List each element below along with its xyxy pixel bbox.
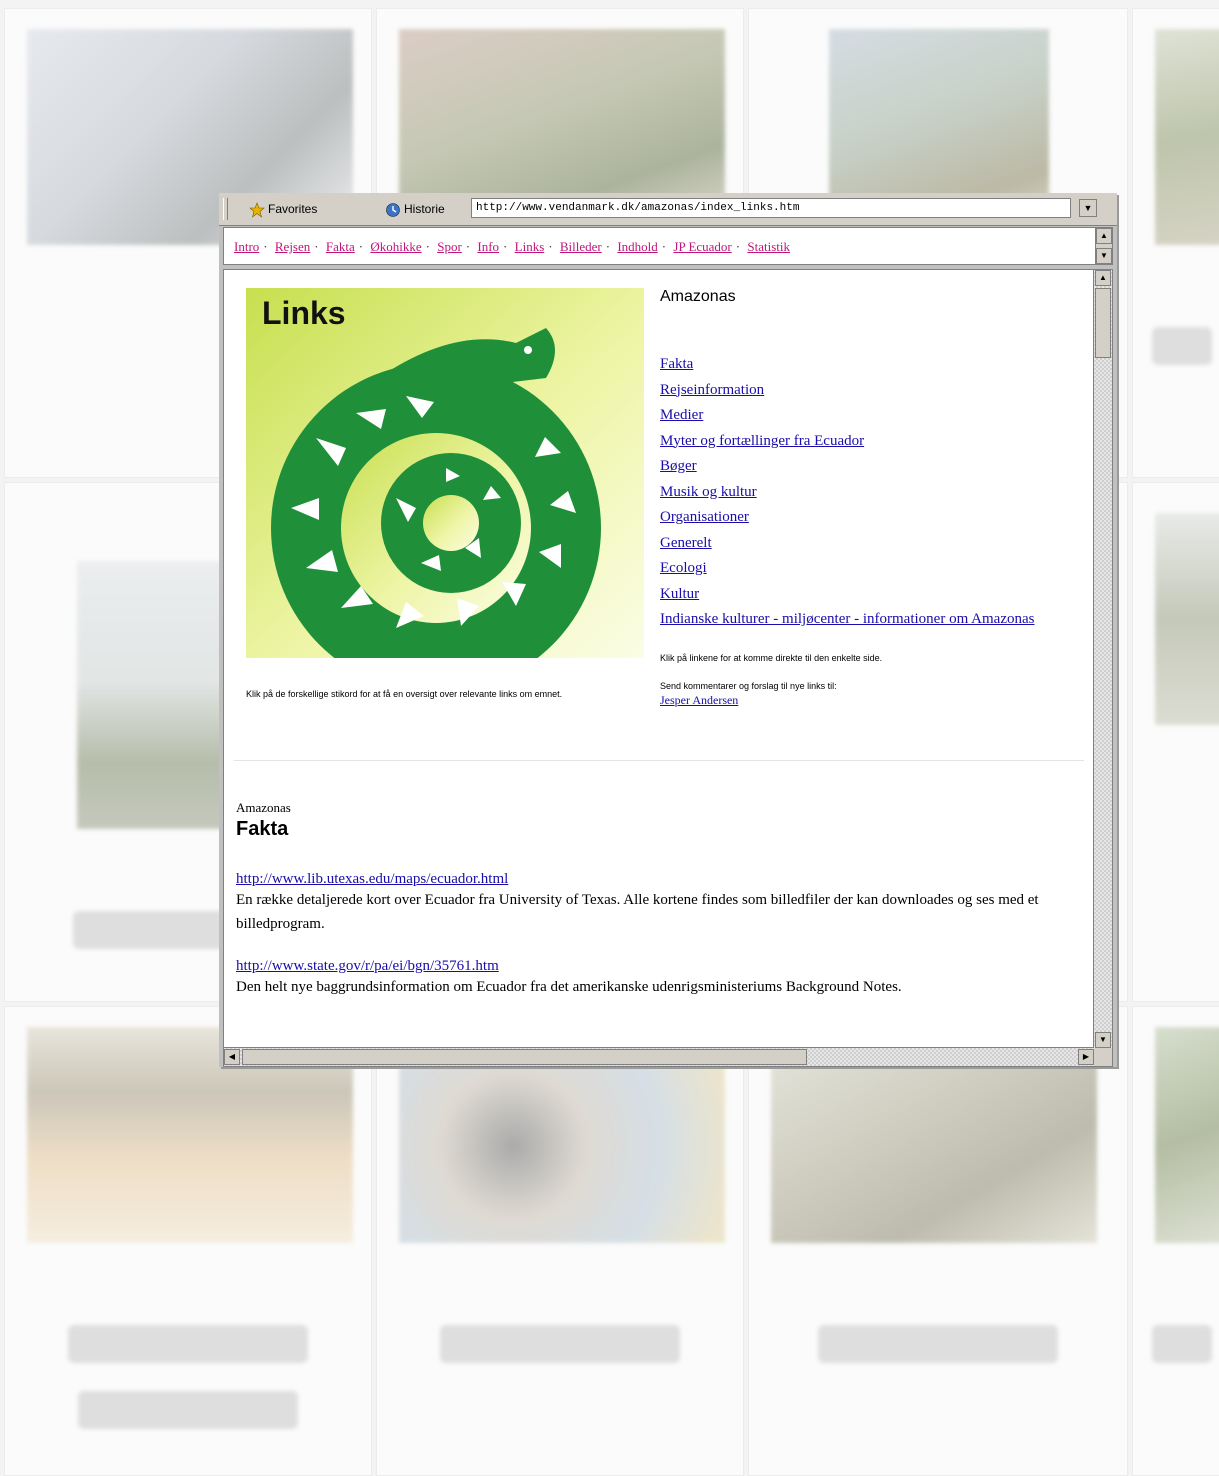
topic-link-rejseinformation[interactable]: Rejseinformation (660, 378, 1080, 404)
side-title: Amazonas (660, 288, 736, 305)
nav-link-links[interactable]: Links (515, 239, 545, 254)
side-note: Klik på linkene for at komme direkte til… (660, 652, 883, 663)
scrollbar-corner (1094, 1048, 1112, 1066)
gallery-cell[interactable] (748, 1006, 1128, 1476)
article-kicker: Amazonas (236, 800, 291, 815)
nav-separator: · (465, 239, 471, 254)
entry-description: Den helt nye baggrundsinformation om Ecu… (236, 979, 902, 995)
scroll-up-button[interactable]: ▲ (1095, 270, 1111, 286)
scroll-left-button[interactable]: ◀ (224, 1049, 240, 1065)
nav-link-indhold[interactable]: Indhold (617, 239, 657, 254)
topic-link-myter[interactable]: Myter og fortællinger fra Ecuador (660, 429, 1080, 455)
content-frame: Links Klik på de forskellige stikord for… (223, 269, 1113, 1067)
nav-separator: · (314, 239, 319, 254)
history-label: Historie (404, 202, 445, 216)
favorites-label: Favorites (268, 202, 318, 216)
nav-separator: · (605, 239, 611, 254)
nav-separator: · (358, 239, 364, 254)
nav-separator: · (425, 239, 430, 254)
topic-link-medier[interactable]: Medier (660, 403, 1080, 429)
gallery-cell[interactable] (376, 1006, 744, 1476)
nav-link-rejsen[interactable]: Rejsen (275, 239, 310, 254)
article-body: Amazonas Fakta http://www.lib.utexas.edu… (236, 800, 1086, 999)
nav-separator: · (503, 239, 508, 254)
vertical-scroll-thumb[interactable] (1095, 288, 1111, 358)
horizontal-scroll-thumb[interactable] (242, 1049, 807, 1065)
topic-link-fakta[interactable]: Fakta (660, 352, 1080, 378)
thumbnail-tag (68, 1325, 308, 1363)
nav-link-fakta[interactable]: Fakta (326, 239, 355, 254)
scroll-right-button[interactable]: ▶ (1078, 1049, 1094, 1065)
nav-link-jp-ecuador[interactable]: JP Ecuador (673, 239, 731, 254)
side-note-contact: Send kommentarer og forslag til nye link… (660, 680, 837, 691)
thumbnail-tag (1152, 327, 1212, 365)
entry-url-link[interactable]: http://www.lib.utexas.edu/maps/ecuador.h… (236, 871, 1086, 888)
vertical-scrollbar[interactable]: ▲ ▼ (1093, 270, 1112, 1048)
address-dropdown-button[interactable]: ▼ (1079, 199, 1097, 217)
divider (234, 760, 1084, 761)
banner-caption: Klik på de forskellige stikord for at få… (246, 689, 563, 699)
scroll-up-button[interactable]: ▲ (1096, 228, 1112, 244)
entry-url-link[interactable]: http://www.state.gov/r/pa/ei/bgn/35761.h… (236, 958, 1086, 975)
thumbnail-tag (1152, 1325, 1212, 1363)
nav-link-spor[interactable]: Spor (437, 239, 462, 254)
topic-link-list: Fakta Rejseinformation Medier Myter og f… (660, 352, 1080, 633)
links-snake-banner: Links (246, 288, 644, 658)
favorites-icon (249, 202, 265, 218)
entry-description: En række detaljerede kort over Ecuador f… (236, 892, 1039, 932)
nav-link-statistik[interactable]: Statistik (747, 239, 790, 254)
topic-link-generelt[interactable]: Generelt (660, 531, 1080, 557)
nav-separator: · (548, 239, 553, 254)
nav-link-billeder[interactable]: Billeder (560, 239, 602, 254)
history-icon (386, 203, 400, 217)
nav-separator: · (735, 239, 741, 254)
topic-link-ecologi[interactable]: Ecologi (660, 556, 1080, 582)
browser-window: Favorites Historie ▼ Intro · Rejsen · Fakt… (219, 193, 1117, 1067)
topic-link-kultur[interactable]: Kultur (660, 582, 1080, 608)
thumbnail-tag (818, 1325, 1058, 1363)
thumbnail-image (1155, 29, 1219, 245)
gallery-cell[interactable] (1132, 482, 1219, 1002)
nav-scrollbar[interactable]: ▲ ▼ (1095, 228, 1112, 264)
section-heading: Fakta (236, 818, 289, 840)
thumbnail-image (1155, 1027, 1219, 1243)
link-entry: http://www.lib.utexas.edu/maps/ecuador.h… (236, 871, 1086, 936)
topic-sidebar: Amazonas Fakta Rejseinformation Medier M… (660, 288, 1080, 709)
address-bar-input[interactable] (471, 198, 1071, 218)
section-nav: Intro · Rejsen · Fakta · Økohikke · Spor · In… (234, 239, 790, 255)
thumbnail-tag (78, 1391, 298, 1429)
scroll-down-button[interactable]: ▼ (1095, 1032, 1111, 1048)
topic-link-indianske[interactable]: Indianske kulturer - miljøcenter - infor… (660, 607, 1080, 633)
scroll-down-button[interactable]: ▼ (1096, 248, 1112, 264)
thumbnail-tag (440, 1325, 680, 1363)
nav-link-intro[interactable]: Intro (234, 239, 259, 254)
horizontal-scrollbar[interactable]: ◀ ▶ (224, 1047, 1094, 1066)
nav-link-info[interactable]: Info (477, 239, 499, 254)
nav-link-okohikke[interactable]: Økohikke (370, 239, 421, 254)
toolbar-grip[interactable] (223, 198, 228, 220)
gallery-cell[interactable] (4, 1006, 372, 1476)
navigation-frame: Intro · Rejsen · Fakta · Økohikke · Spor · In… (223, 227, 1113, 265)
thumbnail-image (1155, 513, 1219, 725)
favorites-button[interactable]: Favorites (249, 199, 317, 219)
nav-separator: · (263, 239, 268, 254)
browser-toolbar: Favorites Historie ▼ (219, 193, 1117, 226)
gallery-cell[interactable] (1132, 8, 1219, 478)
link-entry: http://www.state.gov/r/pa/ei/bgn/35761.h… (236, 958, 1086, 999)
contact-link[interactable]: Jesper Andersen (660, 693, 738, 707)
banner-title: Links (262, 295, 346, 331)
topic-link-musik[interactable]: Musik og kultur (660, 480, 1080, 506)
nav-separator: · (661, 239, 667, 254)
topic-link-boger[interactable]: Bøger (660, 454, 1080, 480)
topic-link-organisationer[interactable]: Organisationer (660, 505, 1080, 531)
history-button[interactable]: Historie (385, 199, 445, 219)
gallery-cell[interactable] (1132, 1006, 1219, 1476)
